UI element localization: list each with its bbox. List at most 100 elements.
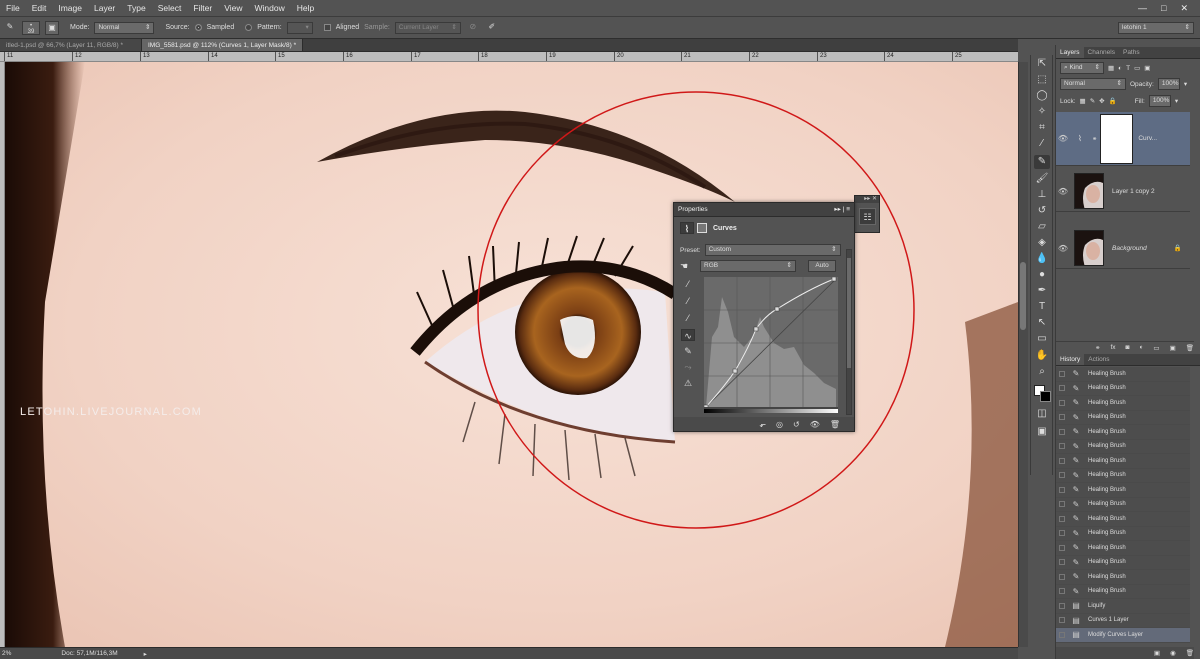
tab-img-5581[interactable]: IMG_5581.psd @ 112% (Curves 1, Layer Mas…: [142, 39, 304, 51]
background-color-swatch[interactable]: [1040, 391, 1051, 402]
curves-icon[interactable]: ⌇: [680, 222, 694, 234]
history-item[interactable]: ✎ Healing Brush: [1056, 468, 1190, 483]
lock-paint-icon[interactable]: ✎: [1090, 97, 1095, 105]
history-item[interactable]: ✎ Healing Brush: [1056, 410, 1190, 425]
menu-file[interactable]: File: [0, 0, 26, 17]
history-source-box[interactable]: [1059, 443, 1065, 450]
tab-history[interactable]: History: [1056, 354, 1085, 365]
lock-all-icon[interactable]: 🔒: [1109, 97, 1117, 105]
close-button[interactable]: ✕: [1180, 3, 1188, 14]
visibility-eye-icon[interactable]: 👁: [1056, 187, 1070, 196]
history-source-box[interactable]: [1059, 617, 1065, 624]
vertical-scrollbar[interactable]: [1018, 62, 1028, 647]
blur-tool-icon[interactable]: 💧: [1034, 252, 1050, 266]
eraser-tool-icon[interactable]: ▱: [1034, 220, 1050, 234]
filter-adjust-icon[interactable]: ◐: [1118, 65, 1122, 72]
history-source-box[interactable]: [1059, 428, 1065, 435]
tab-untitled-1[interactable]: itled-1.psd @ 66,7% (Layer 11, RGB/8) *: [0, 39, 142, 51]
history-item[interactable]: ✎ Healing Brush: [1056, 584, 1190, 599]
menu-filter[interactable]: Filter: [187, 0, 218, 17]
opacity-field[interactable]: 100%: [1157, 78, 1180, 90]
brush-size-picker[interactable]: • 39: [22, 20, 40, 35]
history-source-box[interactable]: [1059, 602, 1065, 609]
minimize-button[interactable]: —: [1138, 3, 1147, 14]
fill-field[interactable]: 100%: [1148, 95, 1171, 107]
sampled-radio[interactable]: [194, 24, 202, 31]
menu-window[interactable]: Window: [248, 0, 290, 17]
healing-brush-tool-icon[interactable]: ✎: [1034, 155, 1050, 169]
toggle-visibility-icon[interactable]: 👁: [810, 420, 820, 429]
history-source-box[interactable]: [1059, 515, 1065, 522]
blend-mode-select[interactable]: Normal ⇕: [1060, 78, 1126, 90]
layer-row-background[interactable]: 👁 Background 🔒: [1056, 228, 1190, 269]
reset-icon[interactable]: ↺: [793, 420, 800, 429]
sample-select[interactable]: Current Layer ⇕: [394, 21, 461, 34]
history-source-box[interactable]: [1059, 414, 1065, 421]
menu-type[interactable]: Type: [121, 0, 151, 17]
channel-select[interactable]: RGB ⇕: [700, 260, 796, 272]
type-tool-icon[interactable]: T: [1034, 300, 1050, 314]
history-source-box[interactable]: [1059, 472, 1065, 479]
dodge-tool-icon[interactable]: ●: [1034, 268, 1050, 282]
draw-curve-icon[interactable]: ✎: [681, 345, 695, 357]
menu-image[interactable]: Image: [52, 0, 88, 17]
pressure-icon[interactable]: ✐: [484, 20, 499, 35]
shape-tool-icon[interactable]: ▭: [1034, 332, 1050, 346]
delete-state-icon[interactable]: 🗑: [1186, 649, 1194, 657]
history-item[interactable]: ✎ Healing Brush: [1056, 497, 1190, 512]
add-mask-icon[interactable]: ◙: [1126, 344, 1130, 351]
history-item[interactable]: ✎ Healing Brush: [1056, 367, 1190, 382]
menu-view[interactable]: View: [218, 0, 248, 17]
hand-tool-icon[interactable]: ✋: [1034, 349, 1050, 363]
clipping-warning-icon[interactable]: ⚠: [681, 377, 695, 389]
history-item[interactable]: ✎ Healing Brush: [1056, 555, 1190, 570]
eyedropper-tool-icon[interactable]: ⁄: [1034, 137, 1050, 151]
lock-transparent-icon[interactable]: ▦: [1080, 97, 1086, 105]
link-layers-icon[interactable]: ⚭: [1095, 344, 1100, 352]
clip-to-layer-icon[interactable]: ⬐: [759, 420, 766, 429]
marquee-tool-icon[interactable]: ⬚: [1034, 73, 1050, 87]
smooth-curve-icon[interactable]: ⤳: [681, 361, 695, 373]
tab-channels[interactable]: Channels: [1084, 47, 1119, 58]
quick-mask-icon[interactable]: ◫: [1034, 407, 1050, 421]
snapshot-icon[interactable]: ◉: [1170, 649, 1176, 657]
image-canvas[interactable]: LETOHIN.LIVEJOURNAL.COM: [5, 62, 1018, 647]
fill-dropdown-icon[interactable]: ▾: [1175, 97, 1178, 105]
black-eyedropper-icon[interactable]: ⁄: [681, 278, 695, 290]
brush-tool-icon[interactable]: 🖌: [1034, 172, 1050, 186]
menu-help[interactable]: Help: [291, 0, 320, 17]
history-source-box[interactable]: [1059, 588, 1065, 595]
new-document-from-state-icon[interactable]: ▣: [1154, 649, 1160, 657]
delete-adjustment-icon[interactable]: 🗑: [830, 420, 840, 429]
history-source-box[interactable]: [1059, 486, 1065, 493]
menu-select[interactable]: Select: [152, 0, 188, 17]
maximize-button[interactable]: □: [1161, 3, 1166, 14]
new-layer-icon[interactable]: ▣: [1170, 344, 1176, 352]
layer-row-curves[interactable]: 👁 ⌇ ⚭ Curv...: [1056, 112, 1190, 166]
visibility-eye-icon[interactable]: 👁: [1056, 134, 1070, 143]
tab-paths[interactable]: Paths: [1119, 47, 1144, 58]
layer-row-copy[interactable]: 👁 Layer 1 copy 2: [1056, 171, 1190, 212]
visibility-eye-icon[interactable]: 👁: [1056, 244, 1070, 253]
history-item[interactable]: ✎ Healing Brush: [1056, 526, 1190, 541]
opacity-dropdown-icon[interactable]: ▾: [1184, 80, 1187, 88]
history-item[interactable]: ✎ Healing Brush: [1056, 439, 1190, 454]
tab-layers[interactable]: Layers: [1056, 47, 1084, 58]
history-source-box[interactable]: [1059, 370, 1065, 377]
auto-button[interactable]: Auto: [808, 260, 836, 272]
filter-type-icon[interactable]: T: [1126, 65, 1130, 72]
on-image-adjust-icon[interactable]: ☚: [680, 261, 694, 272]
pattern-radio[interactable]: [245, 24, 253, 31]
scrollbar-thumb[interactable]: [1020, 262, 1026, 330]
preset-select[interactable]: Custom ⇕: [704, 244, 841, 256]
history-item[interactable]: ✎ Healing Brush: [1056, 454, 1190, 469]
history-item[interactable]: ✎ Healing Brush: [1056, 483, 1190, 498]
zoom-value[interactable]: 2%: [2, 650, 11, 657]
history-source-box[interactable]: [1059, 559, 1065, 566]
edit-points-icon[interactable]: ∿: [681, 329, 695, 341]
tab-actions[interactable]: Actions: [1084, 354, 1113, 365]
view-previous-icon[interactable]: ◎: [776, 420, 783, 429]
history-item[interactable]: ▤ Liquify: [1056, 599, 1190, 614]
paint-bucket-tool-icon[interactable]: ◈: [1034, 236, 1050, 250]
curves-graph[interactable]: [703, 276, 838, 411]
